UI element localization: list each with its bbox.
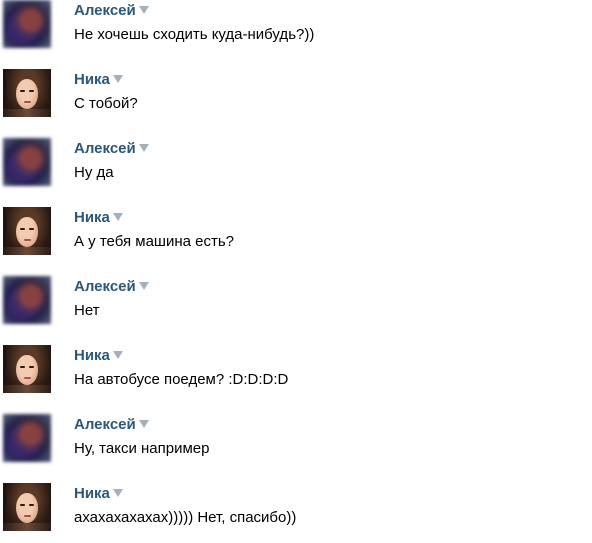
message-author: Ника bbox=[74, 485, 123, 503]
author-name[interactable]: Ника bbox=[74, 347, 110, 364]
dropdown-arrow-icon[interactable] bbox=[112, 75, 123, 83]
dropdown-arrow-icon[interactable] bbox=[138, 144, 149, 152]
message-text: Ну да bbox=[74, 164, 114, 181]
avatar[interactable] bbox=[3, 138, 51, 186]
message-item: Алексей Ну да bbox=[0, 138, 592, 198]
message-author: Ника bbox=[74, 347, 123, 365]
message-text: С тобой? bbox=[74, 95, 138, 112]
message-author: Алексей bbox=[74, 278, 149, 296]
message-author: Ника bbox=[74, 71, 123, 89]
dropdown-arrow-icon[interactable] bbox=[138, 420, 149, 428]
avatar[interactable] bbox=[3, 276, 51, 324]
author-name[interactable]: Алексей bbox=[74, 278, 136, 295]
message-author: Алексей bbox=[74, 2, 149, 20]
message-text: Нет bbox=[74, 302, 100, 319]
message-text: А у тебя машина есть? bbox=[74, 233, 234, 250]
dropdown-arrow-icon[interactable] bbox=[112, 213, 123, 221]
message-author: Алексей bbox=[74, 140, 149, 158]
dropdown-arrow-icon[interactable] bbox=[112, 351, 123, 359]
author-name[interactable]: Ника bbox=[74, 209, 110, 226]
message-item: Алексей Не хочешь сходить куда-нибудь?)) bbox=[0, 0, 592, 60]
message-text: Ну, такси например bbox=[74, 440, 210, 457]
avatar[interactable] bbox=[3, 345, 51, 393]
author-name[interactable]: Ника bbox=[74, 485, 110, 502]
message-item: Ника С тобой? bbox=[0, 69, 592, 129]
avatar[interactable] bbox=[3, 207, 51, 255]
author-name[interactable]: Ника bbox=[74, 71, 110, 88]
message-author: Ника bbox=[74, 209, 123, 227]
author-name[interactable]: Алексей bbox=[74, 2, 136, 19]
message-author: Алексей bbox=[74, 416, 149, 434]
avatar[interactable] bbox=[3, 69, 51, 117]
message-item: Ника ахахахахахах))))) Нет, спасибо)) bbox=[0, 483, 592, 543]
avatar[interactable] bbox=[3, 414, 51, 462]
avatar[interactable] bbox=[3, 0, 51, 48]
avatar[interactable] bbox=[3, 483, 51, 531]
message-item: Ника А у тебя машина есть? bbox=[0, 207, 592, 267]
message-text: ахахахахахах))))) Нет, спасибо)) bbox=[74, 509, 297, 526]
dropdown-arrow-icon[interactable] bbox=[138, 6, 149, 14]
author-name[interactable]: Алексей bbox=[74, 140, 136, 157]
message-text: Не хочешь сходить куда-нибудь?)) bbox=[74, 26, 315, 43]
message-item: Алексей Ну, такси например bbox=[0, 414, 592, 474]
message-text: На автобусе поедем? :D:D:D:D bbox=[74, 371, 289, 388]
dropdown-arrow-icon[interactable] bbox=[112, 489, 123, 497]
dropdown-arrow-icon[interactable] bbox=[138, 282, 149, 290]
message-item: Ника На автобусе поедем? :D:D:D:D bbox=[0, 345, 592, 405]
message-item: Алексей Нет bbox=[0, 276, 592, 336]
message-thread: Алексей Не хочешь сходить куда-нибудь?))… bbox=[0, 0, 592, 541]
author-name[interactable]: Алексей bbox=[74, 416, 136, 433]
